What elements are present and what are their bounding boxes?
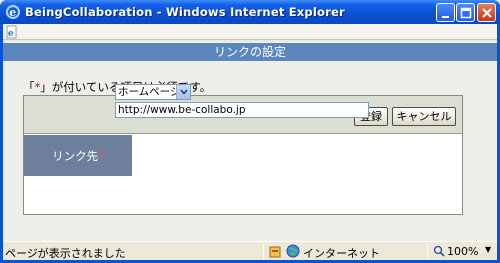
page-content: リンクの設定 「*」が付いている項目は必須です。 登録 キャンセル リンク先* …	[3, 41, 497, 241]
status-separator	[427, 244, 428, 259]
zoom-level[interactable]: 100%	[447, 245, 478, 258]
svg-text:e: e	[8, 29, 14, 39]
dropdown-button[interactable]	[176, 85, 190, 99]
link-label-text: リンク先	[52, 149, 99, 163]
security-zone: インターネット	[303, 247, 380, 260]
notice-open: 「	[23, 80, 35, 94]
close-button[interactable]	[477, 3, 496, 22]
zoom-icon[interactable]	[433, 245, 445, 257]
title-bar[interactable]: e BeingCollaboration - Windows Internet …	[0, 0, 500, 24]
minimize-button[interactable]	[436, 3, 455, 22]
zoom-dropdown-icon[interactable]: ▼	[485, 245, 491, 254]
page-icon: e	[6, 25, 17, 39]
maximize-icon	[460, 7, 472, 19]
internet-zone-icon	[286, 244, 300, 258]
internet-explorer-icon: e	[5, 4, 21, 20]
link-field-cell	[132, 135, 462, 176]
maximize-button[interactable]	[456, 3, 475, 22]
chevron-down-icon	[180, 89, 188, 95]
address-bar: e	[3, 24, 497, 40]
close-icon	[482, 8, 492, 18]
page-title: リンクの設定	[213, 45, 286, 59]
window-title: BeingCollaboration - Windows Internet Ex…	[25, 5, 345, 19]
link-type-value: ホームページ	[118, 86, 181, 98]
status-message: ページが表示されました	[5, 247, 126, 260]
url-input[interactable]: http://www.be-collabo.jp	[115, 102, 369, 118]
cancel-button[interactable]: キャンセル	[392, 107, 456, 126]
protected-mode-icon	[269, 246, 281, 258]
link-type-select[interactable]: ホームページ	[115, 84, 191, 100]
status-bar: ページが表示されました インターネット 100% ▼	[3, 241, 497, 260]
link-label: リンク先*	[24, 148, 132, 164]
browser-window: e BeingCollaboration - Windows Internet …	[0, 0, 500, 263]
client-area: e リンクの設定 「*」が付いている項目は必須です。 登録 キャンセル リンク先…	[3, 24, 497, 260]
svg-text:e: e	[9, 6, 16, 19]
minimize-icon	[442, 16, 449, 18]
link-required-mark: *	[98, 149, 104, 163]
status-separator	[263, 244, 264, 259]
